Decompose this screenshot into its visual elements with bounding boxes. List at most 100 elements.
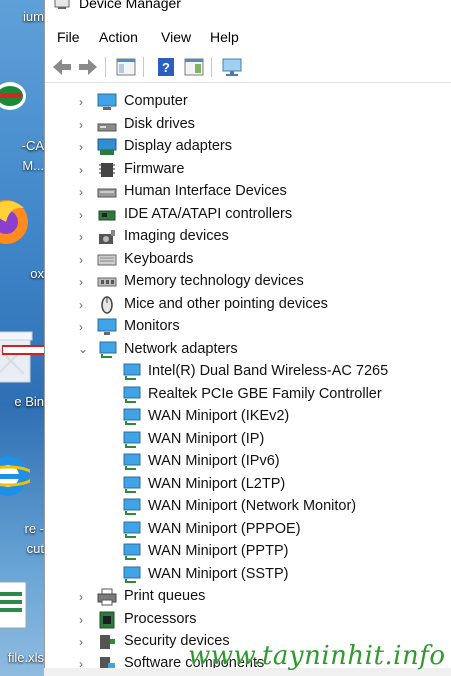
tree-node-label: Processors bbox=[124, 611, 197, 627]
device-manager-window: Device Manager File Action View Help ? ›… bbox=[44, 0, 451, 676]
back-arrow-icon[interactable] bbox=[51, 56, 73, 78]
network-adapter-item[interactable]: Realtek PCIe GBE Family Controller bbox=[45, 384, 451, 406]
app-shortcut-icon[interactable] bbox=[0, 76, 26, 116]
ide-controller-icon bbox=[98, 210, 116, 221]
tree-node-firmware[interactable]: › Firmware bbox=[45, 159, 451, 181]
tree-node-memory-technology-devices[interactable]: › Memory technology devices bbox=[45, 271, 451, 293]
desktop-label[interactable]: file.xls bbox=[0, 650, 44, 665]
internet-explorer-icon[interactable] bbox=[0, 448, 30, 508]
tree-node-keyboards[interactable]: › Keyboards bbox=[45, 249, 451, 271]
network-adapter-item[interactable]: WAN Miniport (SSTP) bbox=[45, 564, 451, 586]
show-hide-console-tree-icon[interactable] bbox=[115, 56, 137, 78]
tree-node-imaging-devices[interactable]: › Imaging devices bbox=[45, 226, 451, 248]
tree-node-label: Disk drives bbox=[124, 116, 195, 132]
security-device-icon bbox=[100, 635, 115, 649]
properties-pane-icon[interactable] bbox=[183, 56, 205, 78]
desktop-strip: ium -CA M... ox e Bin re - cut file.xls bbox=[0, 0, 44, 676]
chevron-right-icon[interactable]: › bbox=[79, 208, 89, 222]
tree-node-label: IDE ATA/ATAPI controllers bbox=[124, 206, 293, 222]
tree-node-print-queues[interactable]: › Print queues bbox=[45, 586, 451, 608]
watermark-text: www.tayninhit.info bbox=[188, 641, 446, 671]
hid-icon bbox=[97, 188, 117, 198]
network-adapter-item[interactable]: WAN Miniport (IKEv2) bbox=[45, 406, 451, 428]
printer-icon bbox=[97, 588, 117, 606]
tree-node-computer[interactable]: › Computer bbox=[45, 91, 451, 113]
chevron-right-icon[interactable]: › bbox=[79, 253, 89, 267]
chevron-right-icon[interactable]: › bbox=[79, 140, 89, 154]
chevron-right-icon[interactable]: › bbox=[79, 320, 89, 334]
tree-node-label: Print queues bbox=[124, 588, 206, 604]
computer-icon bbox=[97, 93, 117, 110]
network-adapter-label: Realtek PCIe GBE Family Controller bbox=[148, 386, 382, 402]
window-title: Device Manager bbox=[79, 0, 181, 11]
menu-file[interactable]: File bbox=[57, 29, 80, 45]
chevron-right-icon[interactable]: › bbox=[79, 118, 89, 132]
network-adapter-item[interactable]: WAN Miniport (IP) bbox=[45, 429, 451, 451]
chevron-right-icon[interactable]: › bbox=[79, 275, 89, 289]
network-adapter-item[interactable]: WAN Miniport (IPv6) bbox=[45, 451, 451, 473]
network-adapter-label: WAN Miniport (PPTP) bbox=[148, 543, 289, 559]
desktop-label[interactable]: ium bbox=[0, 9, 44, 24]
title-bar[interactable]: Device Manager bbox=[45, 0, 451, 22]
chevron-right-icon[interactable]: › bbox=[79, 298, 89, 312]
disk-drive-icon bbox=[97, 123, 117, 132]
help-icon[interactable]: ? bbox=[155, 56, 177, 78]
monitor-icon bbox=[97, 318, 117, 335]
desktop-label[interactable]: M... bbox=[0, 158, 44, 173]
keyboard-icon bbox=[97, 254, 117, 266]
menu-help[interactable]: Help bbox=[210, 29, 239, 45]
desktop-label[interactable]: cut bbox=[0, 541, 44, 556]
chevron-right-icon[interactable]: › bbox=[79, 95, 89, 109]
excel-file-icon[interactable] bbox=[0, 578, 32, 638]
desktop-label[interactable]: re - bbox=[0, 521, 45, 536]
network-adapter-item[interactable]: WAN Miniport (PPTP) bbox=[45, 541, 451, 563]
tree-node-label: Imaging devices bbox=[124, 228, 229, 244]
chevron-down-icon[interactable]: ⌄ bbox=[78, 342, 88, 356]
menu-action[interactable]: Action bbox=[99, 29, 138, 45]
menu-view[interactable]: View bbox=[161, 29, 191, 45]
tree-node-processors[interactable]: › Processors bbox=[45, 609, 451, 631]
toolbar-separator bbox=[105, 57, 106, 77]
forward-arrow-icon[interactable] bbox=[77, 56, 99, 78]
menu-bar: File Action View Help bbox=[45, 26, 451, 50]
chevron-right-icon[interactable]: › bbox=[79, 185, 89, 199]
tree-node-disk-drives[interactable]: › Disk drives bbox=[45, 114, 451, 136]
network-adapter-label: WAN Miniport (IP) bbox=[148, 431, 265, 447]
desktop-label[interactable]: ox bbox=[0, 266, 44, 281]
network-adapter-label: WAN Miniport (Network Monitor) bbox=[148, 498, 357, 514]
tree-node-display-adapters[interactable]: › Display adapters bbox=[45, 136, 451, 158]
chevron-right-icon[interactable]: › bbox=[79, 613, 89, 627]
network-adapter-icon bbox=[99, 341, 117, 358]
network-adapter-icon bbox=[123, 521, 141, 538]
device-tree: › Computer › Disk drives › Display adapt… bbox=[45, 88, 451, 676]
network-adapter-item[interactable]: WAN Miniport (L2TP) bbox=[45, 474, 451, 496]
desktop-label[interactable]: -CA bbox=[0, 138, 44, 153]
network-adapter-item[interactable]: WAN Miniport (Network Monitor) bbox=[45, 496, 451, 518]
firefox-icon[interactable] bbox=[0, 192, 28, 252]
tree-node-network-adapters[interactable]: ⌄ Network adapters bbox=[45, 339, 451, 361]
scan-hardware-monitor-icon[interactable] bbox=[221, 56, 243, 78]
desktop-label[interactable]: e Bin bbox=[0, 394, 44, 409]
network-adapter-item[interactable]: WAN Miniport (PPPOE) bbox=[45, 519, 451, 541]
network-adapter-item[interactable]: Intel(R) Dual Band Wireless-AC 7265 bbox=[45, 361, 451, 383]
chevron-right-icon[interactable]: › bbox=[79, 163, 89, 177]
camera-icon bbox=[99, 230, 115, 244]
tree-node-label: Mice and other pointing devices bbox=[124, 296, 328, 312]
toolbar-separator bbox=[211, 57, 212, 77]
tree-node-mice-and-other-pointing-devices[interactable]: › Mice and other pointing devices bbox=[45, 294, 451, 316]
tree-node-ide-ata-atapi-controllers[interactable]: › IDE ATA/ATAPI controllers bbox=[45, 204, 451, 226]
tree-node-label: Human Interface Devices bbox=[124, 183, 287, 199]
tree-node-monitors[interactable]: › Monitors bbox=[45, 316, 451, 338]
tree-node-label: Monitors bbox=[124, 318, 180, 334]
tree-node-label: Firmware bbox=[124, 161, 185, 177]
toolbar: ? bbox=[45, 52, 451, 83]
chevron-right-icon[interactable]: › bbox=[79, 635, 89, 649]
tree-node-label: Keyboards bbox=[124, 251, 194, 267]
tree-node-human-interface-devices[interactable]: › Human Interface Devices bbox=[45, 181, 451, 203]
toolbar-separator bbox=[143, 57, 144, 77]
chevron-right-icon[interactable]: › bbox=[79, 590, 89, 604]
processor-icon bbox=[99, 611, 115, 629]
network-adapter-icon bbox=[123, 431, 141, 448]
chevron-right-icon[interactable]: › bbox=[79, 230, 89, 244]
network-adapter-icon bbox=[123, 498, 141, 515]
